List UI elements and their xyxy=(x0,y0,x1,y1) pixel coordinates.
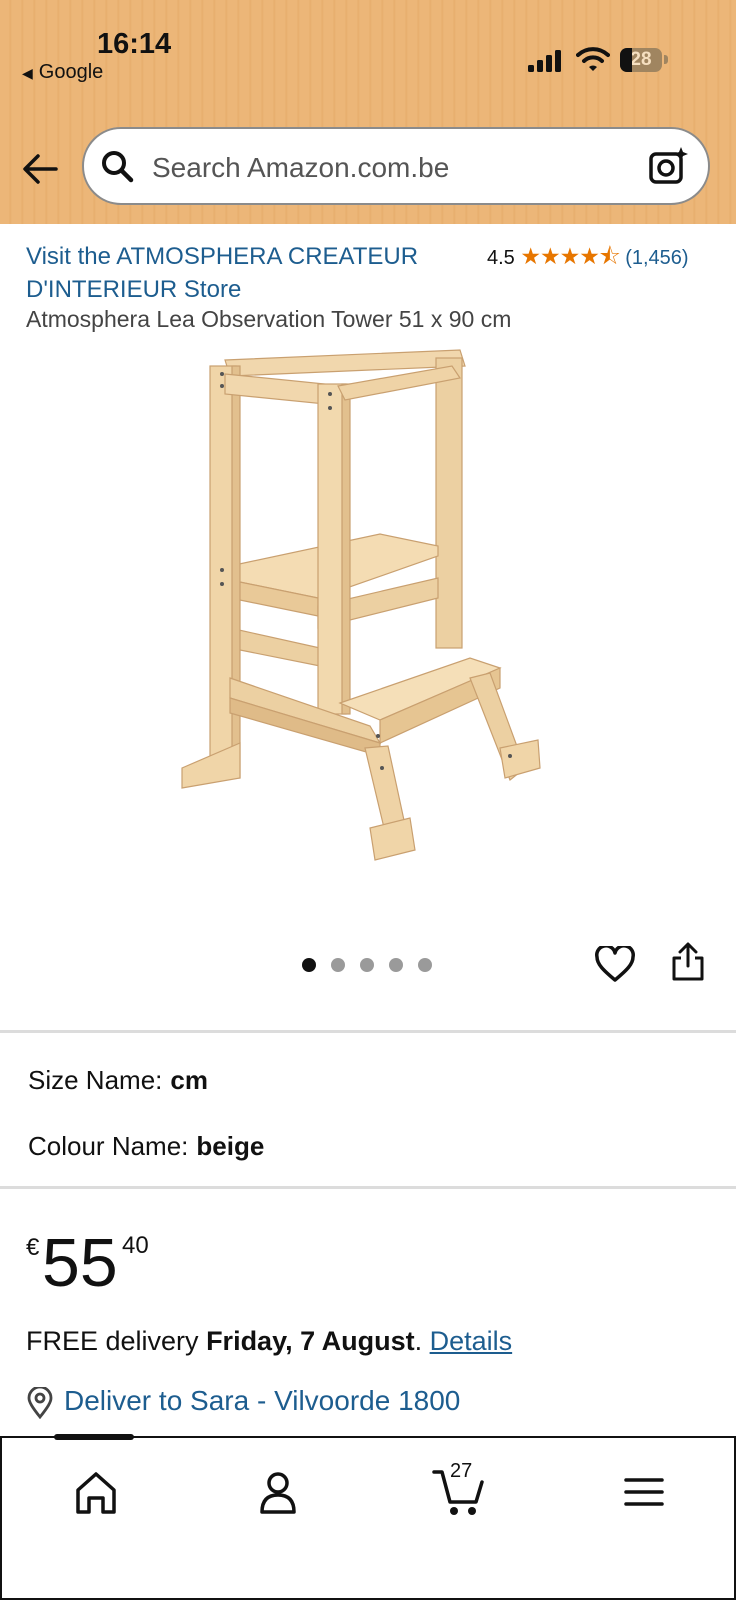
price-whole: 55 xyxy=(42,1225,118,1301)
rating-count[interactable]: (1,456) xyxy=(625,247,688,269)
bottom-navigation: 27 xyxy=(0,1434,736,1600)
colour-option[interactable]: Colour Name: beige xyxy=(28,1131,264,1162)
cellular-signal-icon xyxy=(528,50,561,72)
deliver-to-link[interactable]: Deliver to Sara - Vilvoorde 1800 xyxy=(26,1385,460,1419)
battery-level xyxy=(620,48,632,72)
delivery-details-link[interactable]: Details xyxy=(430,1326,513,1356)
search-icon xyxy=(102,151,134,183)
pagination-dot[interactable] xyxy=(418,958,432,972)
product-title: Atmosphera Lea Observation Tower 51 x 90… xyxy=(26,306,512,332)
size-option[interactable]: Size Name: cm xyxy=(28,1065,208,1096)
search-bar[interactable]: Search Amazon.com.be xyxy=(82,127,710,205)
section-divider xyxy=(0,1030,736,1033)
back-app-label: Google xyxy=(38,61,104,83)
share-icon[interactable] xyxy=(670,942,706,982)
colour-value: beige xyxy=(196,1131,265,1161)
cart-button[interactable]: 27 xyxy=(430,1460,490,1520)
battery-tip xyxy=(664,55,668,64)
location-pin-icon xyxy=(27,1385,53,1419)
store-link[interactable]: Visit the ATMOSPHERA CREATEUR D'INTERIEU… xyxy=(26,240,466,306)
active-tab-indicator xyxy=(54,1434,134,1440)
section-divider xyxy=(0,1186,736,1189)
price-currency: € xyxy=(26,1234,40,1261)
size-label: Size Name: xyxy=(28,1065,163,1095)
camera-search-icon[interactable] xyxy=(648,145,690,187)
delivery-suffix: . xyxy=(414,1326,430,1356)
delivery-info: FREE delivery Friday, 7 August. Details xyxy=(26,1326,512,1357)
pagination-dot[interactable] xyxy=(389,958,403,972)
size-value: cm xyxy=(170,1065,208,1095)
pagination-dot[interactable] xyxy=(331,958,345,972)
cart-count: 27 xyxy=(450,1460,473,1482)
account-icon[interactable] xyxy=(248,1464,308,1520)
home-icon[interactable] xyxy=(66,1464,126,1520)
heart-icon[interactable] xyxy=(595,946,635,984)
rating-value: 4.5 xyxy=(487,247,515,269)
rating[interactable]: 4.5 ★★★★⯪ (1,456) xyxy=(487,240,689,279)
menu-icon[interactable] xyxy=(614,1464,674,1520)
product-image[interactable] xyxy=(170,348,570,888)
price-fraction: 40 xyxy=(122,1232,149,1259)
app-header: 16:14 ◀ Google 28 Search Amazon.com.be xyxy=(0,0,736,224)
wifi-icon xyxy=(576,47,610,71)
back-arrow-icon[interactable] xyxy=(20,148,62,190)
search-input[interactable]: Search Amazon.com.be xyxy=(152,152,449,184)
deliver-to-label: Deliver to Sara - Vilvoorde 1800 xyxy=(64,1385,461,1416)
back-triangle-icon: ◀ xyxy=(22,65,33,81)
pagination-dot[interactable] xyxy=(360,958,374,972)
image-pagination[interactable] xyxy=(302,958,447,977)
star-rating-icon: ★★★★⯪ xyxy=(520,243,620,269)
colour-label: Colour Name: xyxy=(28,1131,189,1161)
delivery-date: Friday, 7 August xyxy=(206,1326,415,1356)
delivery-prefix: FREE delivery xyxy=(26,1326,207,1356)
status-time: 16:14 xyxy=(97,28,172,60)
pagination-dot[interactable] xyxy=(302,958,316,972)
back-to-app-link[interactable]: ◀ Google xyxy=(22,61,103,84)
